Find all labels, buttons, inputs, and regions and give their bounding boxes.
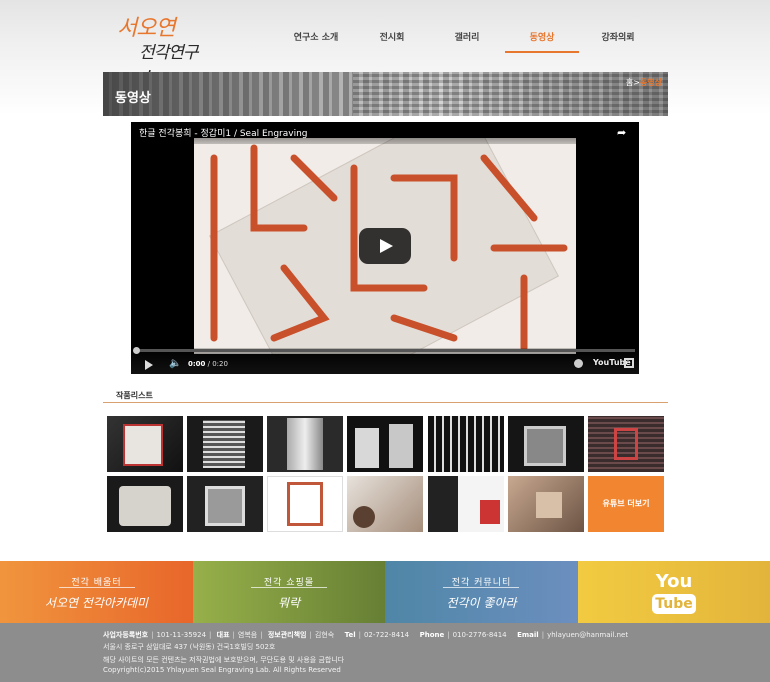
- works-list-title: 작품리스트: [116, 391, 153, 400]
- video-progress-knob[interactable]: [133, 347, 140, 354]
- breadcrumb-current: 동영상: [639, 78, 662, 87]
- email-label: Email: [517, 631, 539, 639]
- tel-number: 02-722-8414: [363, 631, 410, 639]
- video-time: 0:00 / 0:20: [188, 360, 228, 368]
- privacy-label: 정보관리책임: [267, 631, 307, 639]
- watch-later-icon[interactable]: [574, 359, 583, 368]
- video-current-time: 0:00: [188, 360, 206, 368]
- nav-item-video[interactable]: 동영상: [504, 30, 580, 43]
- works-divider: [103, 402, 668, 403]
- work-thumbnail[interactable]: [107, 416, 183, 472]
- footer-banner-line: [443, 587, 519, 588]
- ceo-label: 대표: [216, 631, 230, 639]
- tel-label: Tel: [344, 631, 356, 639]
- work-thumbnail[interactable]: [107, 476, 183, 532]
- footer-banner-community[interactable]: 전각 커뮤니티 전각이 좋아라: [385, 561, 578, 623]
- work-thumbnail[interactable]: [267, 416, 343, 472]
- video-player[interactable]: 한글 전각봉희 - 정갑미1 / Seal Engraving ➦ 🔈 0:00…: [131, 122, 639, 374]
- work-thumbnail[interactable]: [508, 476, 584, 532]
- work-thumbnail[interactable]: [347, 416, 423, 472]
- work-thumbnail[interactable]: [187, 416, 263, 472]
- phone-label: Phone: [419, 631, 445, 639]
- footer-banner-shop[interactable]: 전각 쇼핑몰 뭐락: [193, 561, 385, 623]
- control-play-icon[interactable]: [145, 360, 153, 370]
- footer-banner-line: [59, 587, 135, 588]
- work-thumbnail[interactable]: [267, 476, 343, 532]
- work-thumbnail[interactable]: [347, 476, 423, 532]
- nav-item-about[interactable]: 연구소 소개: [278, 30, 354, 43]
- page-banner: 동영상 홈>동영상: [103, 72, 668, 116]
- biz-no: 101-11-35924: [156, 631, 207, 639]
- footer-banner-line: [251, 587, 327, 588]
- footer-banner-academy[interactable]: 전각 배움터 서오연 전각아카데미: [0, 561, 193, 623]
- footer-banner-sub: 뭐락: [277, 596, 301, 610]
- work-thumbnail[interactable]: [588, 416, 664, 472]
- nav-active-indicator: [505, 51, 579, 53]
- youtube-logo-top: You: [655, 571, 693, 592]
- email-address[interactable]: yhlayuen@hanmail.net: [547, 631, 628, 639]
- video-progress-bar[interactable]: [135, 349, 635, 352]
- breadcrumb-separator: >: [633, 78, 640, 87]
- footer-copyright: Copyright(c)2015 Yhlayuen Seal Engraving…: [103, 666, 341, 674]
- banner-overlay: [103, 72, 668, 116]
- video-duration: / 0:20: [205, 360, 228, 368]
- footer-address: 서울시 종로구 삼일대로 437 (낙원동) 건국1호빌딩 502호: [103, 643, 276, 651]
- page-title: 동영상: [115, 91, 151, 106]
- nav-item-gallery[interactable]: 갤러리: [429, 30, 505, 43]
- work-thumbnail[interactable]: [428, 416, 504, 472]
- fullscreen-icon[interactable]: [624, 358, 634, 368]
- play-button[interactable]: [359, 228, 411, 264]
- youtube-logo-bottom: Tube: [652, 594, 696, 614]
- youtube-more-button[interactable]: 유튜브 더보기: [588, 476, 664, 532]
- work-thumbnail[interactable]: [428, 476, 504, 532]
- footer: 사업자등록번호 | 101-11-35924 | 대표 | 염복음 | 정보관리책임 | 김현숙…: [0, 623, 770, 682]
- share-icon[interactable]: ➦: [617, 126, 629, 139]
- video-title-bar: 한글 전각봉희 - 정갑미1 / Seal Engraving ➦: [131, 122, 639, 144]
- footer-banner-youtube[interactable]: You Tube: [578, 561, 770, 623]
- footer-banner-sub: 전각이 좋아라: [446, 596, 517, 610]
- breadcrumb: 홈>동영상: [626, 77, 662, 88]
- privacy-name: 김현숙: [314, 631, 335, 639]
- volume-icon[interactable]: 🔈: [169, 358, 181, 369]
- work-thumbnail[interactable]: [187, 476, 263, 532]
- footer-business-info: 사업자등록번호 | 101-11-35924 | 대표 | 염복음 | 정보관리책임 | 김현숙…: [103, 631, 629, 639]
- biz-no-label: 사업자등록번호: [103, 631, 149, 639]
- video-title[interactable]: 한글 전각봉희 - 정갑미1 / Seal Engraving: [139, 126, 308, 139]
- work-thumbnail[interactable]: [508, 416, 584, 472]
- main-nav: 연구소 소개 전시회 갤러리 동영상 강좌의뢰: [0, 0, 770, 56]
- ceo-name: 염복음: [237, 631, 258, 639]
- phone-number: 010-2776-8414: [452, 631, 507, 639]
- nav-item-exhibition[interactable]: 전시회: [354, 30, 430, 43]
- nav-item-lecture[interactable]: 강좌의뢰: [580, 30, 656, 43]
- footer-banner-sub: 서오연 전각아카데미: [44, 596, 149, 610]
- footer-notice: 해당 사이트의 모든 컨텐츠는 저작권법에 보호받으며, 무단도용 및 사용을 …: [103, 656, 345, 664]
